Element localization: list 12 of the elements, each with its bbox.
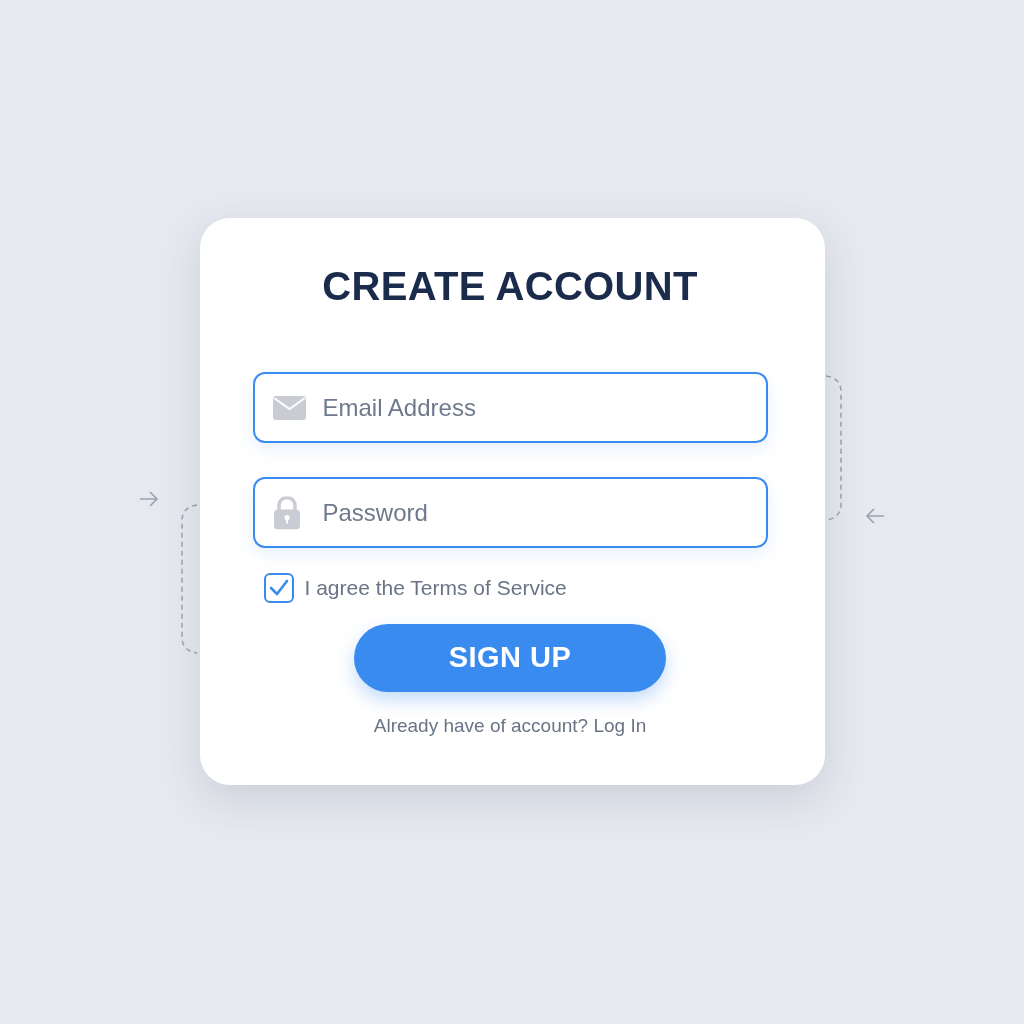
- arrow-icon: [865, 508, 885, 524]
- login-link[interactable]: Log In: [593, 714, 647, 736]
- checkbox-label: I agree the Terms of Service: [304, 575, 567, 601]
- check-icon: [268, 578, 289, 597]
- lock-icon: [272, 496, 301, 529]
- checkbox[interactable]: [263, 572, 294, 603]
- email-field[interactable]: Email Address: [252, 372, 768, 443]
- password-field[interactable]: Password: [252, 477, 768, 548]
- form-title: CREATE ACCOUNT: [321, 263, 699, 310]
- arrow-icon: [139, 491, 159, 507]
- sign-up-button[interactable]: SIGN UP: [354, 623, 666, 692]
- account-prompt: Already have of account? Log In: [372, 713, 648, 738]
